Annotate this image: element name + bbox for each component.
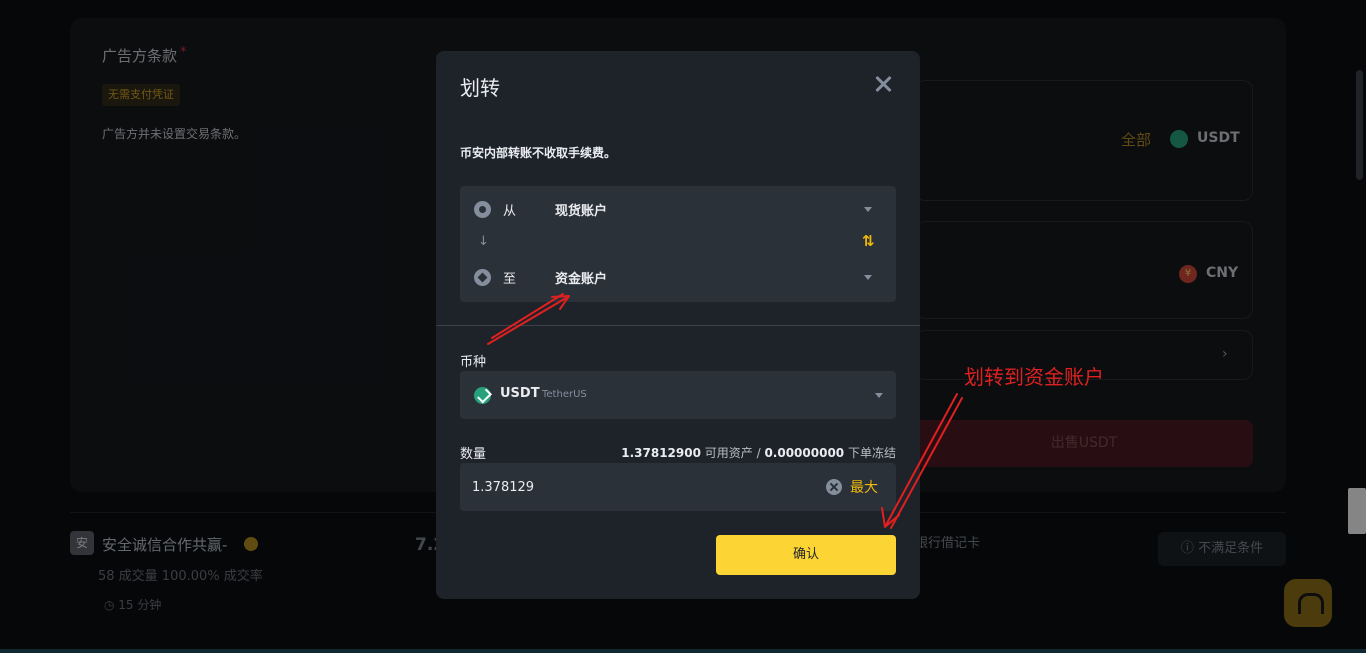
funding-account-icon [474, 269, 491, 286]
amount-field: 最大 [460, 463, 896, 511]
coin-name: TetherUS [542, 389, 587, 400]
from-label: 从 [503, 204, 517, 219]
swap-icon[interactable]: ⇅ [862, 232, 875, 250]
coin-label: 币种 [460, 355, 487, 370]
arrow-down-icon: ↓ [478, 234, 489, 249]
coin-select[interactable]: USDT TetherUS [460, 371, 896, 419]
annotation-text: 划转到资金账户 [964, 365, 1104, 389]
from-account-select[interactable]: 从 现货账户 [460, 188, 896, 228]
from-account-value: 现货账户 [555, 204, 608, 219]
transfer-modal: 划转 币安内部转账不收取手续费。 从 现货账户 ↓ ⇅ 至 资金账户 币种 US… [436, 51, 920, 599]
clear-icon[interactable] [826, 479, 842, 495]
confirm-button[interactable]: 确认 [716, 535, 896, 575]
divider [436, 325, 920, 326]
available-balance: 1.37812900 可用资产 / 0.00000000 下单冻结 [621, 444, 896, 461]
close-icon[interactable] [872, 73, 894, 95]
caret-down-icon [864, 207, 872, 212]
usdt-icon [474, 387, 491, 404]
to-label: 至 [503, 272, 517, 287]
spot-account-icon [474, 201, 491, 218]
available-amount: 1.37812900 [621, 446, 701, 460]
amount-label: 数量 [460, 447, 487, 462]
to-account-select[interactable]: 至 资金账户 [460, 256, 896, 296]
fee-notice: 币安内部转账不收取手续费。 [460, 146, 617, 160]
amount-input[interactable] [472, 475, 812, 499]
modal-title: 划转 [460, 76, 500, 100]
available-text: 可用资产 / [700, 446, 765, 460]
frozen-amount: 0.00000000 [764, 446, 845, 460]
caret-down-icon [864, 275, 872, 280]
caret-down-icon [875, 393, 883, 398]
account-selector: 从 现货账户 ↓ ⇅ 至 资金账户 [460, 186, 896, 302]
coin-symbol: USDT [500, 386, 540, 401]
frozen-text: 下单冻结 [844, 446, 896, 460]
to-account-value: 资金账户 [555, 272, 608, 287]
max-button[interactable]: 最大 [850, 477, 878, 497]
